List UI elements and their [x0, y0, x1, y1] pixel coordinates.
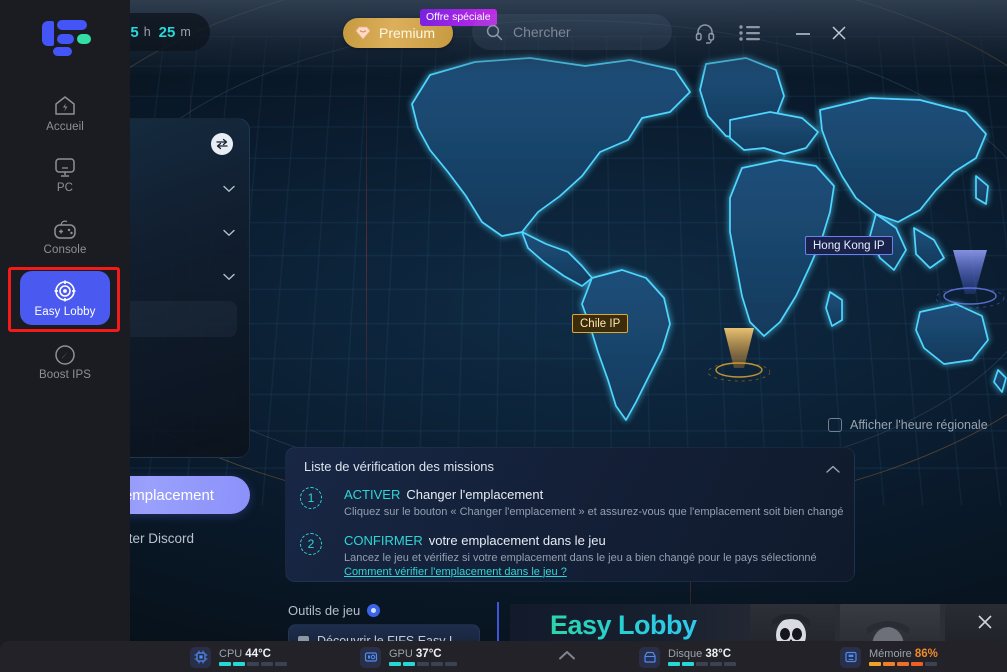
chevron-down-icon [223, 180, 235, 198]
sidebar-item-accueil[interactable]: Accueil [20, 86, 110, 140]
sidebar-item-label: Boost IPS [38, 368, 92, 381]
status-memory: Mémoire 86% [840, 646, 938, 668]
time-minutes-unit: m [180, 25, 191, 39]
target-icon [54, 280, 76, 301]
mission-title: Liste de vérification des missions [304, 459, 495, 474]
step-description-text: Lancez le jeu et vérifiez si votre empla… [344, 552, 817, 564]
step-keyword: CONFIRMER [344, 533, 423, 548]
status-bar: CPU 44°C GPU 37°C Disque 38°C Mémoire 86… [0, 641, 1007, 672]
monitor-icon [55, 157, 75, 177]
sidebar-item-console[interactable]: Console [20, 210, 110, 264]
step-description: Lancez le jeu et vérifiez si votre empla… [344, 552, 844, 579]
region-time-label: Afficher l'heure régionale [850, 418, 988, 432]
step-keyword: ACTIVER [344, 487, 401, 502]
search-input[interactable] [513, 24, 653, 40]
chevron-down-icon [223, 224, 235, 242]
grid-red-line-2 [366, 40, 367, 460]
banner-title: Easy Lobby [550, 610, 697, 640]
time-minutes: 25 [158, 23, 176, 41]
minimize-icon[interactable] [790, 20, 816, 46]
region-time-box[interactable] [828, 418, 842, 432]
mission-step-2: 2 CONFIRMER votre emplacement dans le jeu… [300, 532, 844, 579]
vertical-divider [497, 602, 499, 644]
status-value: 86% [914, 648, 938, 660]
status-gauge [389, 662, 457, 666]
speedometer-icon [55, 344, 75, 365]
search-box[interactable] [472, 14, 672, 50]
orbit-line-1 [130, 0, 1007, 520]
step-heading-text: votre emplacement dans le jeu [428, 533, 606, 548]
diamond-icon [355, 26, 371, 40]
time-hours-unit: h [143, 25, 151, 39]
status-value: 38°C [705, 648, 732, 660]
swap-icon[interactable] [211, 133, 233, 155]
step-number-badge: 2 [300, 533, 322, 555]
hongkong-beam [935, 250, 1005, 309]
status-gauge [219, 662, 287, 666]
chevron-up-icon[interactable] [558, 648, 576, 666]
sidebar-item-easy-lobby[interactable]: Easy Lobby [20, 271, 110, 325]
status-gauge [869, 662, 938, 666]
disk-icon [639, 646, 660, 668]
gpu-icon [360, 646, 381, 668]
list-icon[interactable] [737, 20, 763, 46]
step-heading: CONFIRMER votre emplacement dans le jeu [344, 532, 844, 549]
app-window: Hong Kong IP Chile IP Afficher l'heure r… [0, 0, 1007, 672]
premium-label: Premium [379, 25, 436, 41]
cpu-icon [190, 646, 211, 668]
sidebar-item-label: Console [43, 243, 87, 256]
game-tools-label-row: Outils de jeu [288, 603, 381, 618]
chile-beam [708, 328, 770, 382]
chevron-down-icon [223, 268, 235, 286]
region-time-checkbox[interactable]: Afficher l'heure régionale [828, 418, 988, 432]
mission-step-1: 1 ACTIVER Changer l'emplacement Cliquez s… [300, 486, 844, 520]
sidebar-item-label: Easy Lobby [34, 305, 96, 318]
sidebar: Accueil PC Console Easy Lobby Boost IPS [0, 0, 130, 672]
status-disk: Disque 38°C [639, 646, 736, 668]
map-tag-chile[interactable]: Chile IP [572, 314, 629, 333]
status-cpu: CPU 44°C [190, 646, 287, 668]
status-label: Mémoire [869, 648, 912, 660]
mission-checklist-panel: Liste de vérification des missions 1 ACT… [285, 447, 855, 582]
map-grid [130, 36, 1007, 506]
top-bar: 95 h 25 m Premium Offre spéciale [0, 0, 877, 64]
status-gauge [668, 662, 736, 666]
step-heading: ACTIVER Changer l'emplacement [344, 486, 844, 503]
memory-icon [840, 646, 861, 668]
status-gpu: GPU 37°C [360, 646, 457, 668]
sidebar-item-label: PC [56, 181, 74, 194]
step-heading-text: Changer l'emplacement [406, 487, 544, 502]
sidebar-item-boost-ips[interactable]: Boost IPS [20, 335, 110, 389]
world-map [411, 57, 1007, 421]
status-label: CPU [219, 648, 243, 660]
sidebar-item-label: Accueil [46, 120, 84, 133]
home-icon [55, 95, 75, 115]
map-tag-hongkong[interactable]: Hong Kong IP [805, 236, 893, 255]
game-tools-label: Outils de jeu [288, 603, 361, 618]
close-icon[interactable] [826, 20, 852, 46]
search-icon [486, 24, 503, 40]
step-description: Cliquez sur le bouton « Changer l'emplac… [344, 506, 844, 518]
sidebar-item-pc[interactable]: PC [20, 148, 110, 202]
how-to-verify-link[interactable]: Comment vérifier l'emplacement dans le j… [344, 566, 567, 578]
info-dot-icon[interactable] [367, 604, 381, 617]
status-label: Disque [668, 648, 703, 660]
step-number-badge: 1 [300, 487, 322, 509]
status-value: 37°C [415, 648, 442, 660]
chevron-up-icon[interactable] [826, 461, 840, 479]
banner-close-icon[interactable] [975, 612, 997, 634]
gamepad-icon [54, 220, 76, 239]
status-label: GPU [389, 648, 413, 660]
app-logo [42, 18, 91, 56]
status-value: 44°C [245, 648, 271, 660]
headset-icon[interactable] [692, 20, 718, 46]
